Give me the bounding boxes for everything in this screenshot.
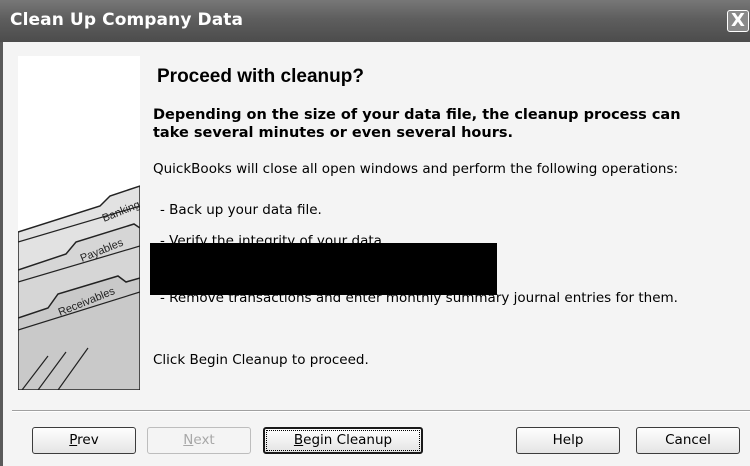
begin-label: egin Cleanup bbox=[303, 432, 393, 448]
title-bar: Clean Up Company Data X bbox=[0, 0, 750, 43]
file-folders-illustration: Banking Payables Receivables bbox=[18, 56, 140, 390]
begin-cleanup-button[interactable]: Begin Cleanup bbox=[263, 427, 423, 454]
redaction-box bbox=[150, 243, 497, 295]
window-title: Clean Up Company Data bbox=[10, 10, 244, 30]
duration-warning: Depending on the size of your data file,… bbox=[153, 107, 681, 141]
cancel-button[interactable]: Cancel bbox=[636, 427, 740, 454]
next-label: ext bbox=[193, 432, 215, 448]
prev-label: rev bbox=[77, 432, 99, 448]
prev-button[interactable]: Prev bbox=[32, 427, 136, 454]
next-button[interactable]: Next bbox=[147, 427, 251, 454]
proceed-instruction: Click Begin Cleanup to proceed. bbox=[153, 352, 369, 368]
operations-intro: QuickBooks will close all open windows a… bbox=[153, 161, 679, 177]
button-divider bbox=[12, 410, 750, 412]
prev-mnemonic: P bbox=[69, 432, 78, 448]
folder-tabs-icon: Banking Payables Receivables bbox=[18, 185, 140, 390]
help-button[interactable]: Help bbox=[516, 427, 620, 454]
operation-item: - Back up your data file. bbox=[160, 202, 322, 218]
begin-mnemonic: B bbox=[293, 432, 304, 448]
next-mnemonic: N bbox=[183, 432, 194, 448]
close-icon[interactable]: X bbox=[727, 10, 749, 32]
page-title: Proceed with cleanup? bbox=[157, 66, 364, 87]
